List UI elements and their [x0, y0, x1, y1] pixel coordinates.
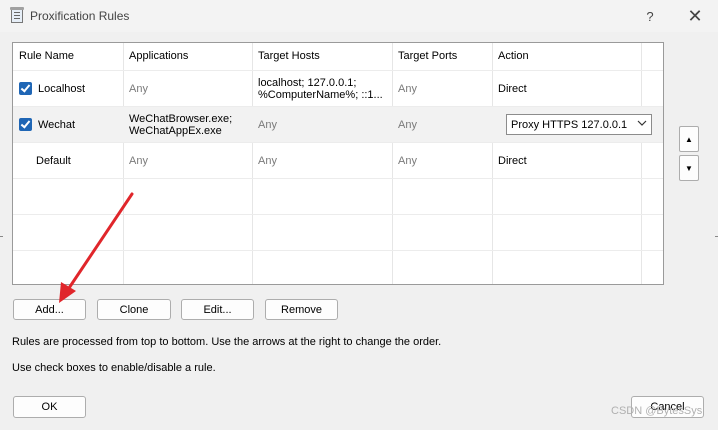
ok-button[interactable]: OK: [13, 396, 86, 418]
checkbox-note: Use check boxes to enable/disable a rule…: [12, 362, 216, 374]
clone-button[interactable]: Clone: [97, 299, 171, 320]
table-row: [13, 214, 663, 250]
help-button[interactable]: ?: [630, 3, 670, 29]
rule-applications: Any: [129, 82, 148, 95]
rule-action: Direct: [498, 82, 527, 95]
target-hosts-line: localhost; 127.0.0.1;: [258, 76, 357, 89]
table-row: [13, 250, 663, 284]
rule-target-hosts: Any: [258, 118, 277, 131]
table-row: [13, 178, 663, 214]
rule-name: Localhost: [38, 82, 86, 95]
column-header-action[interactable]: Action: [492, 43, 641, 70]
table-row[interactable]: Wechat WeChatBrowser.exe; WeChatAppEx.ex…: [13, 106, 663, 142]
rule-enabled-checkbox[interactable]: [19, 118, 32, 131]
column-header-target-ports[interactable]: Target Ports: [392, 43, 492, 70]
arrow-down-icon: ▼: [685, 163, 693, 173]
close-button[interactable]: ✕: [675, 3, 715, 29]
move-down-button[interactable]: ▼: [679, 155, 699, 181]
arrow-up-icon: ▲: [685, 134, 693, 144]
column-header-target-hosts[interactable]: Target Hosts: [252, 43, 392, 70]
column-header-applications[interactable]: Applications: [123, 43, 252, 70]
column-header-rule-name[interactable]: Rule Name: [13, 43, 123, 70]
add-button[interactable]: Add...: [13, 299, 86, 320]
edit-button[interactable]: Edit...: [181, 299, 254, 320]
action-dropdown[interactable]: Proxy HTTPS 127.0.0.1: [506, 114, 652, 135]
rule-action: Direct: [498, 154, 527, 167]
target-hosts-line: %ComputerName%; ::1...: [258, 88, 383, 101]
order-note: Rules are processed from top to bottom. …: [12, 336, 442, 348]
action-dropdown-value: Proxy HTTPS 127.0.0.1: [511, 118, 628, 131]
rules-table[interactable]: Rule Name Applications Target Hosts Targ…: [12, 42, 664, 285]
rule-target-hosts: Any: [258, 154, 277, 167]
watermark: CSDN @BytesSys: [611, 405, 703, 417]
applications-line: WeChatAppEx.exe: [129, 124, 222, 137]
rule-enabled-checkbox[interactable]: [19, 82, 32, 95]
table-row[interactable]: Localhost Any localhost; 127.0.0.1; %Com…: [13, 70, 663, 106]
chevron-down-icon: [637, 118, 647, 131]
rule-target-ports: Any: [398, 154, 417, 167]
rule-target-ports: Any: [398, 118, 417, 131]
applications-line: WeChatBrowser.exe;: [129, 112, 233, 125]
window-edge-mark: [0, 236, 3, 237]
rule-target-hosts: localhost; 127.0.0.1; %ComputerName%; ::…: [252, 71, 392, 106]
clipboard-icon: [10, 7, 24, 23]
table-header: Rule Name Applications Target Hosts Targ…: [13, 43, 663, 70]
table-row[interactable]: Default Any Any Any Direct: [13, 142, 663, 178]
window-title: Proxification Rules: [30, 9, 130, 23]
remove-button[interactable]: Remove: [265, 299, 338, 320]
move-up-button[interactable]: ▲: [679, 126, 699, 152]
title-bar: Proxification Rules ? ✕: [0, 0, 718, 32]
rule-applications: Any: [129, 154, 148, 167]
rule-target-ports: Any: [398, 82, 417, 95]
rule-applications: WeChatBrowser.exe; WeChatAppEx.exe: [123, 107, 252, 142]
rule-name: Default: [36, 154, 71, 167]
rule-name: Wechat: [38, 118, 76, 131]
